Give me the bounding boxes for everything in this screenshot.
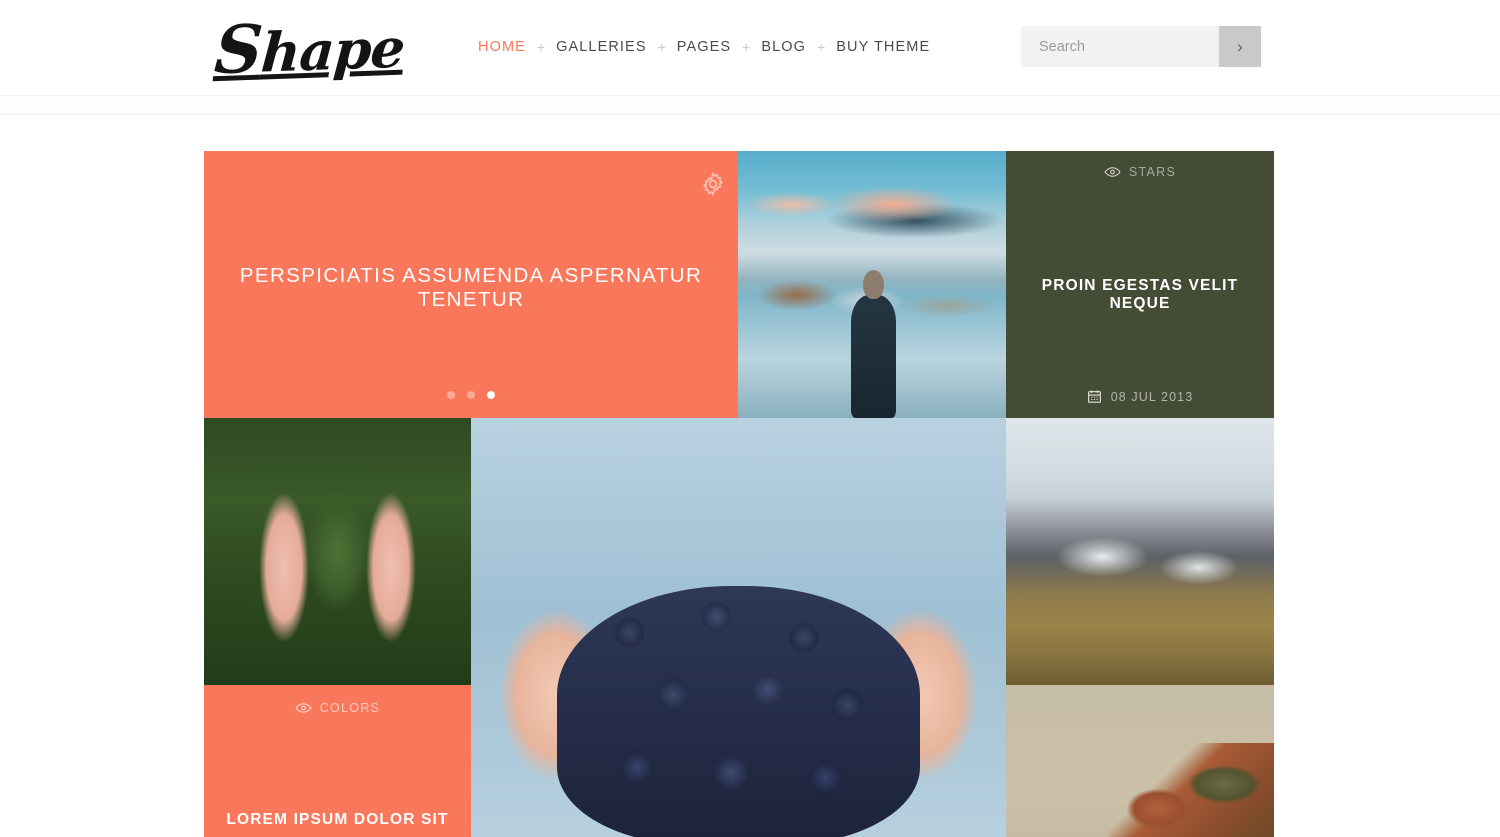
nav-separator: + <box>536 39 546 55</box>
slider-dots <box>204 391 738 399</box>
slider-tile[interactable]: PERSPICIATIS ASSUMENDA ASPERNATUR TENETU… <box>204 151 738 418</box>
grapes-photo-image <box>471 418 1006 837</box>
main-navigation: HOME + GALLERIES + PAGES + BLOG + BUY TH… <box>478 34 930 60</box>
nav-separator: + <box>742 39 751 55</box>
grape-cluster <box>556 585 921 837</box>
slider-dot-2[interactable] <box>467 391 475 399</box>
tile-mountain-photo[interactable] <box>1006 418 1274 685</box>
header-divider-top <box>0 95 1500 96</box>
tile-colors[interactable]: COLORS LOREM IPSUM DOLOR SIT <box>204 685 471 837</box>
site-header: Shape HOME + GALLERIES + PAGES + BLOG + … <box>0 0 1500 115</box>
gear-icon <box>700 171 726 197</box>
slider-dot-1[interactable] <box>447 391 455 399</box>
tile-rust-photo[interactable] <box>1006 685 1274 837</box>
nav-item-home[interactable]: HOME <box>478 39 526 55</box>
slider-dot-3[interactable] <box>487 391 495 399</box>
header-divider-bottom <box>0 114 1500 115</box>
calendar-icon <box>1087 389 1102 404</box>
eye-icon <box>295 702 312 714</box>
stars-category-label: STARS <box>1128 165 1177 179</box>
slider-title: PERSPICIATIS ASSUMENDA ASPERNATUR TENETU… <box>239 264 703 311</box>
logo-rest: hape <box>259 15 407 85</box>
site-logo[interactable]: Shape <box>212 7 407 92</box>
header-inner: Shape HOME + GALLERIES + PAGES + BLOG + … <box>0 0 1500 95</box>
stars-category: STARS <box>1006 165 1274 179</box>
header-subbar <box>0 96 1500 114</box>
stars-title: PROIN EGESTAS VELIT NEQUE <box>1041 277 1239 312</box>
fir-photo-image <box>204 418 471 685</box>
tile-fir-photo[interactable] <box>204 418 471 685</box>
nav-separator: + <box>657 39 666 55</box>
tile-grapes-photo[interactable] <box>471 418 1006 837</box>
search-input[interactable] <box>1021 26 1219 67</box>
mountain-photo-image <box>1006 418 1274 685</box>
chevron-right-icon: › <box>1237 37 1243 56</box>
nav-item-blog[interactable]: BLOG <box>761 39 806 55</box>
lake-photo-image <box>738 151 1006 418</box>
nav-separator: + <box>817 39 826 55</box>
stars-date-label: 08 JUL 2013 <box>1110 389 1194 404</box>
colors-category: COLORS <box>204 701 471 715</box>
stars-date: 08 JUL 2013 <box>1006 389 1274 404</box>
nav-item-buy-theme[interactable]: BUY THEME <box>836 39 930 55</box>
portfolio-grid: PERSPICIATIS ASSUMENDA ASPERNATUR TENETU… <box>204 151 1274 837</box>
eye-icon <box>1104 166 1121 178</box>
search-form: › <box>1021 26 1261 67</box>
rust-photo-image <box>1006 685 1274 837</box>
tile-stars[interactable]: STARS PROIN EGESTAS VELIT NEQUE 08 JUL 2… <box>1006 151 1274 418</box>
tile-lake-photo[interactable] <box>738 151 1006 418</box>
nav-item-galleries[interactable]: GALLERIES <box>556 39 647 55</box>
search-submit-button[interactable]: › <box>1219 26 1261 67</box>
logo-initial: S <box>212 9 265 90</box>
nav-item-pages[interactable]: PAGES <box>677 39 731 55</box>
colors-title: LOREM IPSUM DOLOR SIT <box>226 811 449 828</box>
colors-category-label: COLORS <box>319 701 381 715</box>
